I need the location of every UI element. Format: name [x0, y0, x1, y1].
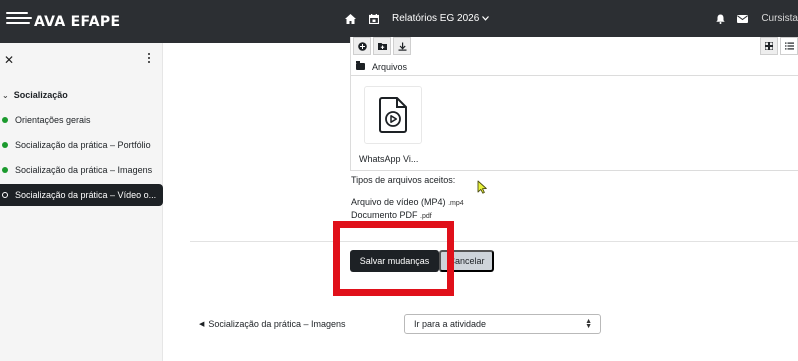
- accepted-type-item: Arquivo de vídeo (MP4) .mp4: [351, 197, 464, 207]
- section-header[interactable]: ⌄ Socialização: [0, 90, 68, 100]
- previous-activity-label: Socialização da prática – Imagens: [208, 319, 346, 329]
- select-caret-icon: ▲ ▼: [585, 318, 592, 330]
- accepted-type-ext: .mp4: [448, 200, 464, 207]
- jump-to-activity-select[interactable]: Ir para a atividade ▲ ▼: [404, 314, 601, 334]
- video-file-icon: [379, 97, 407, 133]
- brand-logo-icon: [6, 8, 32, 30]
- sidebar-item-video[interactable]: Socialização da prática – Vídeo o...: [0, 184, 163, 206]
- download-icon: [398, 42, 406, 51]
- accepted-types-title: Tipos de arquivos aceitos:: [351, 175, 456, 185]
- nav-center: Relatórios EG 2026: [345, 13, 490, 24]
- create-folder-button[interactable]: [373, 37, 391, 55]
- accepted-type-item: Documento PDF .pdf: [351, 210, 432, 220]
- filepicker-file-area: WhatsApp Vi...: [350, 76, 798, 171]
- reports-menu-label: Relatórios EG 2026: [392, 13, 480, 24]
- sidebar-item-label: Orientações gerais: [15, 115, 91, 125]
- bell-icon[interactable]: [716, 14, 726, 24]
- course-index-drawer: ✕ ⌄ Socialização Orientações gerais Soci…: [0, 43, 163, 361]
- divider: [190, 241, 798, 242]
- home-icon[interactable]: [345, 13, 356, 24]
- chevron-down-icon: [482, 16, 490, 21]
- grid-view-button[interactable]: [760, 37, 778, 55]
- section-title: Socialização: [13, 90, 68, 100]
- accepted-type-ext: .pdf: [420, 213, 432, 220]
- accepted-type-name: Documento PDF: [351, 210, 418, 220]
- folder-icon: [356, 61, 365, 70]
- filepicker-toolbar: [350, 37, 798, 58]
- completion-dot-icon: [2, 117, 8, 123]
- envelope-icon[interactable]: [737, 14, 749, 23]
- file-item[interactable]: [364, 86, 422, 144]
- grid-icon: [765, 42, 773, 50]
- nav-right: Cursista: [716, 13, 798, 24]
- close-drawer-icon[interactable]: ✕: [4, 53, 14, 67]
- add-file-button[interactable]: [353, 37, 371, 55]
- previous-activity-link[interactable]: ◀ Socialização da prática – Imagens: [199, 319, 345, 329]
- file-name[interactable]: WhatsApp Vi...: [359, 154, 418, 164]
- brand[interactable]: AVA EFAPE: [6, 8, 120, 30]
- completion-dot-icon: [2, 142, 8, 148]
- jump-to-activity-value: Ir para a atividade: [414, 319, 487, 329]
- filepicker-path-label[interactable]: Arquivos: [372, 62, 407, 72]
- chevron-down-icon: ⌄: [2, 90, 9, 100]
- list-view-button[interactable]: [780, 37, 798, 55]
- calendar-icon[interactable]: [369, 13, 379, 24]
- highlight-box: [333, 221, 454, 296]
- sidebar-item-imagens[interactable]: Socialização da prática – Imagens: [0, 159, 163, 181]
- completion-dot-icon: [2, 192, 8, 198]
- accepted-type-name: Arquivo de vídeo (MP4): [351, 197, 446, 207]
- folder-plus-icon: [377, 43, 387, 50]
- list-icon: [784, 42, 794, 50]
- reports-menu[interactable]: Relatórios EG 2026: [392, 13, 490, 24]
- user-menu-label[interactable]: Cursista: [761, 13, 798, 24]
- sidebar-item-label: Socialização da prática – Portfólio: [15, 140, 151, 150]
- sidebar-item-label: Socialização da prática – Imagens: [15, 165, 153, 175]
- mouse-cursor-icon: [477, 180, 487, 194]
- triangle-left-icon: ◀: [199, 321, 205, 328]
- sidebar-item-portfolio[interactable]: Socialização da prática – Portfólio: [0, 134, 163, 156]
- completion-dot-icon: [2, 167, 8, 173]
- sidebar-item-orientacoes[interactable]: Orientações gerais: [0, 109, 163, 131]
- filepicker-path: Arquivos: [350, 58, 798, 76]
- brand-name: AVA EFAPE: [34, 14, 121, 30]
- add-file-icon: [357, 41, 367, 51]
- download-all-button[interactable]: [393, 37, 411, 55]
- sidebar-item-label: Socialização da prática – Vídeo o...: [15, 190, 157, 200]
- kebab-menu-icon[interactable]: [146, 52, 152, 66]
